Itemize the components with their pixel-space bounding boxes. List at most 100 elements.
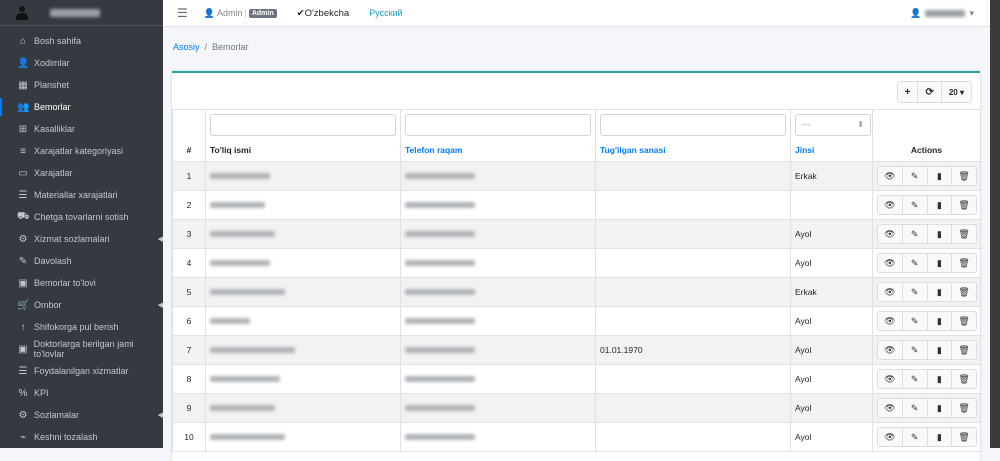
sidebar-item-shifokorga-pul-berish[interactable]: ↑ Shifokorga pul berish: [0, 316, 163, 338]
sidebar-item-kasalliklar[interactable]: ⊞ Kasalliklar: [0, 118, 163, 140]
view-eye-icon[interactable]: 👁: [878, 167, 903, 185]
medical-clipboard-icon[interactable]: ▮: [928, 370, 953, 388]
phone-blurred: [405, 289, 475, 295]
delete-trash-icon[interactable]: 🗑: [952, 428, 976, 446]
edit-icon[interactable]: ✎: [903, 254, 928, 272]
medical-clipboard-icon[interactable]: ▮: [928, 167, 953, 185]
sidebar-item-kpi[interactable]: % KPI: [0, 382, 163, 404]
sidebar-item-planshet[interactable]: ▦ Planshet: [0, 74, 163, 96]
row-number: 1: [172, 161, 206, 191]
sidebar-item-ombor[interactable]: 🛒 Ombor ◀: [0, 294, 163, 316]
medical-clipboard-icon[interactable]: ▮: [928, 312, 953, 330]
profile-dropdown[interactable]: 👤 ▾: [910, 8, 974, 19]
row-number: 10: [172, 422, 206, 452]
edit-icon[interactable]: ✎: [903, 399, 928, 417]
cogs-icon: ⚙: [18, 409, 28, 421]
view-eye-icon[interactable]: 👁: [878, 312, 903, 330]
col-birth[interactable]: Tug'ilgan sanasi: [595, 139, 791, 162]
refresh-button[interactable]: ⟳: [918, 82, 942, 102]
medical-clipboard-icon[interactable]: ▮: [928, 196, 953, 214]
birth-filter-input[interactable]: [600, 113, 786, 136]
calendar-icon: ▦: [18, 79, 28, 91]
name-blurred: [210, 202, 265, 208]
row-actions: 👁 ✎ ▮ 🗑: [877, 369, 977, 389]
view-eye-icon[interactable]: 👁: [878, 254, 903, 272]
table-row: 1 Erkak 👁 ✎ ▮ 🗑: [172, 161, 981, 191]
edit-icon[interactable]: ✎: [903, 225, 928, 243]
user-tie-icon: 👤: [17, 57, 30, 69]
gender: Ayol: [790, 364, 873, 394]
sidebar-item-materiallar-xarajatlari[interactable]: ☰ Materiallar xarajatlari: [0, 184, 163, 206]
view-eye-icon[interactable]: 👁: [878, 196, 903, 214]
sidebar-item-xodimlar[interactable]: 👤 Xodimlar: [0, 52, 163, 74]
sidebar-item-label: Doktorlarga berilgan jami to'lovlar: [33, 339, 134, 359]
row-number: 7: [172, 335, 206, 365]
edit-icon[interactable]: ✎: [903, 370, 928, 388]
medical-clipboard-icon[interactable]: ▮: [928, 341, 953, 359]
arrow-up-icon: ↑: [20, 321, 26, 333]
view-eye-icon[interactable]: 👁: [878, 283, 903, 301]
page-scrollbar[interactable]: [990, 0, 1000, 448]
name-filter-input[interactable]: [210, 113, 396, 136]
lang-ru[interactable]: Русский: [369, 8, 402, 18]
view-eye-icon[interactable]: 👁: [878, 341, 903, 359]
row-number: 8: [172, 364, 206, 394]
delete-trash-icon[interactable]: 🗑: [952, 312, 976, 330]
col-gender[interactable]: Jinsi: [790, 139, 873, 162]
sidebar-item-chetga-tovarlarni-sotish[interactable]: ⛟ Chetga tovarlarni sotish: [0, 206, 163, 228]
sidebar-item-bosh-sahifa[interactable]: ⌂ Bosh sahifa: [0, 30, 163, 52]
view-eye-icon[interactable]: 👁: [878, 399, 903, 417]
view-eye-icon[interactable]: 👁: [878, 428, 903, 446]
sidebar-item-xarajatlar-kategoriyasi[interactable]: ≡ Xarajatlar kategoriyasi: [0, 140, 163, 162]
lang-uz[interactable]: ✔O'zbekcha: [297, 8, 350, 19]
edit-icon[interactable]: ✎: [903, 428, 928, 446]
sidebar-item-bemorlar-to-lovi[interactable]: ▣ Bemorlar to'lovi: [0, 272, 163, 294]
medical-clipboard-icon[interactable]: ▮: [928, 428, 953, 446]
medical-clipboard-icon[interactable]: ▮: [928, 225, 953, 243]
sidebar-item-bemorlar[interactable]: 👥 Bemorlar: [0, 96, 163, 118]
sidebar-item-label: Davolash: [34, 256, 72, 266]
delete-trash-icon[interactable]: 🗑: [952, 196, 976, 214]
sidebar-item-keshni-tozalash[interactable]: ⌁ Keshni tozalash: [0, 426, 163, 448]
medical-clipboard-icon[interactable]: ▮: [928, 283, 953, 301]
gender: Ayol: [790, 248, 873, 278]
sidebar-item-sozlamalar[interactable]: ⚙ Sozlamalar ◀: [0, 404, 163, 426]
menu-toggle-icon[interactable]: ☰: [177, 6, 188, 20]
sidebar-item-doktorlarga-berilgan-jami-to-lovlar[interactable]: ▣ Doktorlarga berilgan jami to'lovlar: [0, 338, 163, 360]
breadcrumb-home[interactable]: Asosiy: [173, 42, 200, 52]
edit-icon[interactable]: ✎: [903, 283, 928, 301]
medical-clipboard-icon[interactable]: ▮: [928, 399, 953, 417]
page-size-select[interactable]: 20 ▾: [941, 82, 971, 102]
edit-icon[interactable]: ✎: [903, 312, 928, 330]
sidebar-item-xizmat-sozlamalari[interactable]: ⚙ Xizmat sozlamalari ◀: [0, 228, 163, 250]
delete-trash-icon[interactable]: 🗑: [952, 283, 976, 301]
delete-trash-icon[interactable]: 🗑: [952, 167, 976, 185]
delete-trash-icon[interactable]: 🗑: [952, 399, 976, 417]
sidebar-item-davolash[interactable]: ✎ Davolash: [0, 250, 163, 272]
sidebar-item-xarajatlar[interactable]: ▭ Xarajatlar: [0, 162, 163, 184]
delete-trash-icon[interactable]: 🗑: [952, 225, 976, 243]
col-name: To'liq ismi: [205, 139, 401, 162]
phone-filter-input[interactable]: [405, 113, 591, 136]
sidebar-item-label: Xizmat sozlamalari: [34, 234, 110, 244]
table-row: 6 Ayol 👁 ✎ ▮ 🗑: [172, 306, 981, 336]
list-icon: ☰: [18, 365, 28, 377]
sidebar-item-label: Sozlamalar: [34, 410, 80, 420]
gender-filter-select[interactable]: --- ⬍: [795, 113, 871, 136]
edit-icon[interactable]: ✎: [903, 341, 928, 359]
medical-clipboard-icon[interactable]: ▮: [928, 254, 953, 272]
delete-trash-icon[interactable]: 🗑: [952, 254, 976, 272]
edit-icon[interactable]: ✎: [903, 167, 928, 185]
delete-trash-icon[interactable]: 🗑: [952, 370, 976, 388]
money-check-icon: ▭: [18, 167, 28, 179]
sidebar-user[interactable]: [0, 0, 163, 26]
edit-icon[interactable]: ✎: [903, 196, 928, 214]
view-eye-icon[interactable]: 👁: [878, 225, 903, 243]
view-eye-icon[interactable]: 👁: [878, 370, 903, 388]
phone-blurred: [405, 260, 475, 266]
col-phone[interactable]: Telefon raqam: [400, 139, 596, 162]
name-blurred: [210, 434, 285, 440]
sidebar-item-foydalanilgan-xizmatlar[interactable]: ☰ Foydalanilgan xizmatlar: [0, 360, 163, 382]
add-button[interactable]: +: [897, 82, 919, 102]
delete-trash-icon[interactable]: 🗑: [952, 341, 976, 359]
